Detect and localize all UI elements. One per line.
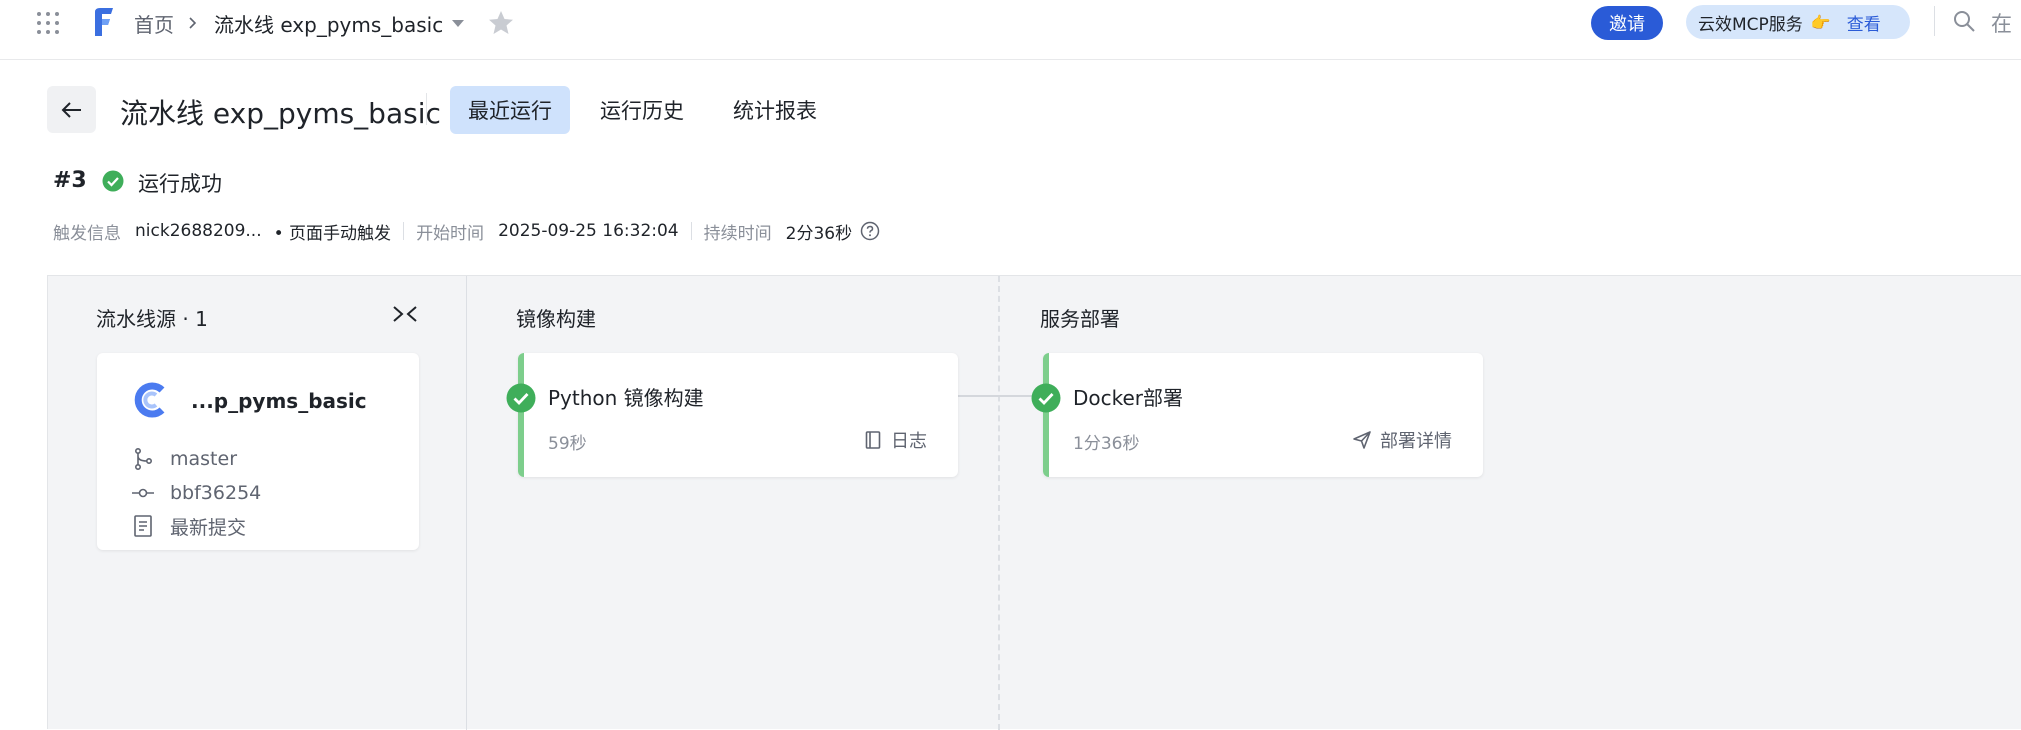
mcp-promo-banner: 云效MCP服务 👉 查看 bbox=[1686, 5, 1910, 39]
caret-down-icon[interactable] bbox=[451, 16, 465, 30]
commit-icon bbox=[132, 488, 154, 498]
run-status: 运行成功 bbox=[138, 172, 222, 196]
trigger-label: 触发信息 bbox=[53, 223, 121, 244]
job-log-label: 日志 bbox=[891, 431, 927, 452]
start-time: 2025-09-25 16:32:04 bbox=[498, 221, 679, 241]
search-icon[interactable] bbox=[1952, 9, 1976, 33]
apps-grid-icon[interactable] bbox=[36, 11, 60, 35]
job-duration: 59秒 bbox=[548, 434, 587, 454]
nav-divider bbox=[1934, 6, 1935, 36]
branch-name: master bbox=[170, 448, 238, 470]
breadcrumb: 首页 流水线 exp_pyms_basic bbox=[134, 8, 465, 38]
invite-button[interactable]: 邀请 bbox=[1591, 6, 1663, 40]
check-circle-icon bbox=[506, 383, 536, 413]
help-circle-icon[interactable] bbox=[860, 221, 880, 241]
run-number: #3 bbox=[53, 168, 87, 193]
source-column: 流水线源 · 1 ...p_pyms_basic master bbf36254… bbox=[48, 276, 467, 730]
job-name: Python 镜像构建 bbox=[548, 386, 704, 410]
source-column-title: 流水线源 · 1 bbox=[96, 307, 208, 331]
promo-text: 云效MCP服务 bbox=[1698, 14, 1803, 35]
page-title: 流水线 exp_pyms_basic bbox=[120, 97, 441, 130]
job-name: Docker部署 bbox=[1073, 386, 1184, 410]
tab-run-history[interactable]: 运行历史 bbox=[582, 86, 702, 134]
logo-icon[interactable] bbox=[91, 6, 117, 38]
commit-message-row: 最新提交 bbox=[131, 513, 246, 539]
top-navigation-bar: 首页 流水线 exp_pyms_basic 邀请 云效MCP服务 👉 查看 在 bbox=[0, 0, 2021, 60]
book-icon bbox=[865, 431, 881, 449]
tab-recent-runs[interactable]: 最近运行 bbox=[450, 86, 570, 134]
back-button[interactable] bbox=[47, 86, 96, 133]
send-icon bbox=[1353, 431, 1371, 449]
breadcrumb-home[interactable]: 首页 bbox=[134, 9, 174, 38]
promo-view-link[interactable]: 查看 bbox=[1847, 10, 1881, 35]
meta-divider bbox=[403, 222, 405, 240]
branch-icon bbox=[135, 447, 153, 470]
job-duration: 1分36秒 bbox=[1073, 434, 1140, 454]
job-card-docker-deploy[interactable]: Docker部署 1分36秒 部署详情 bbox=[1031, 353, 1483, 477]
trigger-user[interactable]: nick2688209... bbox=[135, 221, 262, 241]
codeup-logo-icon bbox=[134, 382, 165, 418]
tab-statistics[interactable]: 统计报表 bbox=[715, 86, 835, 134]
duration-label: 持续时间 bbox=[703, 223, 772, 244]
commit-row: bbf36254 bbox=[131, 480, 261, 506]
start-time-label: 开始时间 bbox=[416, 223, 485, 244]
stage-title-image-build: 镜像构建 bbox=[516, 307, 596, 331]
duration: 2分36秒 bbox=[785, 223, 853, 244]
deploy-details-link[interactable]: 部署详情 bbox=[1352, 427, 1452, 453]
breadcrumb-current[interactable]: 流水线 exp_pyms_basic bbox=[214, 9, 443, 38]
job-card-python-build[interactable]: Python 镜像构建 59秒 日志 bbox=[506, 353, 958, 477]
check-circle-icon bbox=[1031, 383, 1061, 413]
stage-title-deploy: 服务部署 bbox=[1040, 307, 1120, 331]
meta-divider bbox=[690, 222, 692, 240]
stage-divider bbox=[998, 276, 1000, 730]
search-input[interactable]: 在 bbox=[1991, 8, 2012, 38]
chevron-right-icon bbox=[189, 17, 197, 29]
run-meta: 触发信息 nick2688209... • 页面手动触发 开始时间 2025-0… bbox=[53, 219, 880, 244]
source-card[interactable]: ...p_pyms_basic master bbf36254 最新提交 bbox=[97, 353, 419, 550]
repo-name: ...p_pyms_basic bbox=[191, 389, 367, 413]
star-icon[interactable] bbox=[487, 9, 515, 37]
collapse-icon[interactable] bbox=[392, 303, 418, 325]
deploy-details-label: 部署详情 bbox=[1380, 431, 1452, 452]
title-divider bbox=[426, 93, 427, 125]
trigger-mode: • 页面手动触发 bbox=[273, 223, 392, 244]
pipeline-canvas: 流水线源 · 1 ...p_pyms_basic master bbf36254… bbox=[47, 275, 2021, 730]
job-log-link[interactable]: 日志 bbox=[863, 427, 927, 453]
check-circle-icon bbox=[102, 170, 124, 192]
pointing-hand-icon: 👉 bbox=[1810, 12, 1831, 32]
arrow-left-icon bbox=[61, 101, 81, 118]
document-icon bbox=[134, 515, 152, 537]
branch-row: master bbox=[131, 446, 237, 472]
commit-message: 最新提交 bbox=[170, 516, 247, 539]
commit-hash[interactable]: bbf36254 bbox=[170, 482, 261, 504]
